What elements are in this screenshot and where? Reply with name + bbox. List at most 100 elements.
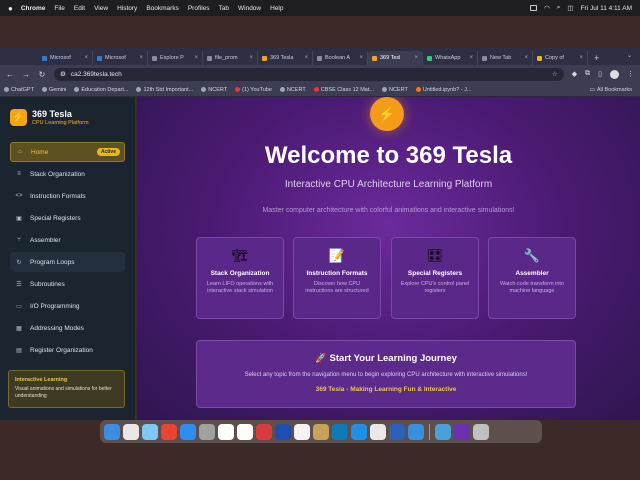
menu-window[interactable]: Window xyxy=(238,5,261,12)
close-icon[interactable]: × xyxy=(304,55,308,61)
browser-tab[interactable]: Explore P × xyxy=(148,51,203,65)
dock-app-icon[interactable] xyxy=(256,423,272,440)
bookmark-item[interactable]: Gemini xyxy=(41,87,66,93)
tab-label: 369 Tesl xyxy=(380,55,401,61)
topic-card-instruction-formats[interactable]: 📝 Instruction Formats Discover how CPU i… xyxy=(293,237,381,319)
nav-item-subroutines[interactable]: ☰ Subroutines xyxy=(10,274,125,294)
new-tab-button[interactable]: + xyxy=(588,53,605,65)
dock-app-icon[interactable] xyxy=(237,423,253,440)
bookmark-item[interactable]: (1) YouTube xyxy=(235,87,272,93)
dock-app-icon[interactable] xyxy=(313,423,329,440)
dock-app-icon[interactable] xyxy=(180,423,196,440)
browser-tab[interactable]: file_prom × xyxy=(203,51,258,65)
close-icon[interactable]: × xyxy=(579,55,583,61)
dock-app-icon[interactable] xyxy=(275,423,291,440)
dock-app-icon[interactable] xyxy=(123,423,139,440)
menu-edit[interactable]: Edit xyxy=(74,5,85,12)
bookmark-item[interactable]: NCERT xyxy=(201,87,227,93)
menu-bookmarks[interactable]: Bookmarks xyxy=(146,5,179,12)
sidebar-toggle-icon[interactable]: ▯ xyxy=(598,70,602,78)
dock-app-icon[interactable] xyxy=(408,423,424,440)
dock-app-icon[interactable] xyxy=(351,423,367,440)
site-info-icon[interactable]: ⚙ xyxy=(60,70,66,78)
dock-app-icon[interactable] xyxy=(454,423,470,440)
dock-app-icon[interactable] xyxy=(142,423,158,440)
back-arrow-icon[interactable]: ← xyxy=(6,70,14,79)
more-menu-icon[interactable]: ⋮ xyxy=(627,70,634,78)
topic-card-assembler[interactable]: 🔧 Assembler Watch code transform into ma… xyxy=(488,237,576,319)
extension-icon[interactable]: ◆ xyxy=(572,70,577,78)
nav-item-register-organization[interactable]: ▤ Register Organization xyxy=(10,340,125,360)
nav-item-assembler[interactable]: ⑂ Assembler xyxy=(10,230,125,250)
topic-card-special-registers[interactable]: 🎛 Special Registers Explore CPU's contro… xyxy=(391,237,479,319)
browser-tab[interactable]: 369 Tesla × xyxy=(258,51,313,65)
menu-history[interactable]: History xyxy=(117,5,137,12)
tab-favicon xyxy=(537,55,542,61)
dock-app-icon[interactable] xyxy=(332,423,348,440)
browser-tab[interactable]: Copy of × xyxy=(533,51,588,65)
profile-avatar[interactable] xyxy=(610,69,619,79)
menu-tab[interactable]: Tab xyxy=(219,5,229,12)
menu-app-name[interactable]: Chrome xyxy=(21,5,46,12)
dock-app-icon[interactable] xyxy=(161,423,177,440)
close-icon[interactable]: × xyxy=(414,55,418,61)
close-icon[interactable]: × xyxy=(249,55,253,61)
dock-app-icon[interactable] xyxy=(435,423,451,440)
control-center-icon[interactable]: ◫ xyxy=(567,4,573,12)
dock-app-icon[interactable] xyxy=(218,423,234,440)
close-icon[interactable]: × xyxy=(139,55,143,61)
reload-icon[interactable]: ↻ xyxy=(38,70,46,79)
menu-file[interactable]: File xyxy=(54,5,64,12)
dock-app-icon[interactable] xyxy=(473,423,489,440)
browser-tab[interactable]: Microsof × xyxy=(38,51,93,65)
browser-tab[interactable]: Boolean A × xyxy=(313,51,368,65)
bookmark-item[interactable]: CBSE Class 12 Mat... xyxy=(313,87,374,93)
tab-label: Copy of xyxy=(545,55,564,61)
clock[interactable]: Fri Jul 11 4:11 AM xyxy=(581,5,632,12)
nav-item-instruction-formats[interactable]: <> Instruction Formats xyxy=(10,186,125,206)
all-bookmarks[interactable]: ▭ All Bookmarks xyxy=(590,87,632,93)
close-icon[interactable]: × xyxy=(469,55,473,61)
forward-arrow-icon[interactable]: → xyxy=(22,70,30,79)
bookmark-item[interactable]: ChatGPT xyxy=(4,87,34,93)
brand[interactable]: ⚡ 369 Tesla CPU Learning Platform xyxy=(0,97,135,138)
close-icon[interactable]: × xyxy=(524,55,528,61)
nav-item-io-programming[interactable]: ▭ I/O Programming xyxy=(10,296,125,316)
menu-view[interactable]: View xyxy=(94,5,108,12)
browser-tab[interactable]: New Tab × xyxy=(478,51,533,65)
close-icon[interactable]: × xyxy=(84,55,88,61)
nav-item-addressing-modes[interactable]: ▦ Addressing Modes xyxy=(10,318,125,338)
puzzle-icon[interactable]: ⧉ xyxy=(585,70,590,78)
bookmark-item[interactable]: NCERT xyxy=(279,87,306,93)
wifi-icon[interactable]: ◠ xyxy=(544,4,550,12)
menu-help[interactable]: Help xyxy=(270,5,283,12)
nav-item-special-registers[interactable]: ▣ Special Registers xyxy=(10,208,125,228)
dock-app-icon[interactable] xyxy=(199,423,215,440)
nav-label: Program Loops xyxy=(30,258,75,266)
nav-item-stack-organization[interactable]: ≡ Stack Organization xyxy=(10,164,125,184)
browser-tab[interactable]: Microsof × xyxy=(93,51,148,65)
tab-search-icon[interactable]: ⌄ xyxy=(627,52,632,59)
topic-card-stack-organization[interactable]: 🏗 Stack Organization Learn LIFO operatio… xyxy=(196,237,284,319)
bookmark-item[interactable]: Untitled.ipynb? - J... xyxy=(415,87,471,93)
page-subtitle: Interactive CPU Architecture Learning Pl… xyxy=(284,179,493,190)
bookmark-item[interactable]: Education Depart... xyxy=(74,87,128,93)
nav-item-program-loops[interactable]: ↻ Program Loops xyxy=(10,252,125,272)
bookmark-star-icon[interactable]: ☆ xyxy=(552,70,558,78)
browser-tab[interactable]: WhatsApp × xyxy=(423,51,478,65)
dock-app-icon[interactable] xyxy=(294,423,310,440)
dock-app-icon[interactable] xyxy=(389,423,405,440)
menu-profiles[interactable]: Profiles xyxy=(188,5,210,12)
browser-tab-active[interactable]: 369 Tesl × xyxy=(368,51,423,65)
dock-app-icon[interactable] xyxy=(370,423,386,440)
nav-item-home[interactable]: ⌂ Home Active xyxy=(10,142,125,162)
bookmark-item[interactable]: NCERT xyxy=(381,87,408,93)
battery-icon[interactable] xyxy=(530,5,538,11)
apple-icon[interactable]: ● xyxy=(8,4,13,13)
bookmark-item[interactable]: 12th Std Important... xyxy=(136,87,193,93)
close-icon[interactable]: × xyxy=(194,55,198,61)
dock-app-icon[interactable] xyxy=(104,423,120,440)
address-bar[interactable]: ⚙ ca2.369tesla.tech ☆ xyxy=(54,67,564,81)
close-icon[interactable]: × xyxy=(359,55,363,61)
search-icon[interactable]: ⌕ xyxy=(557,4,561,12)
